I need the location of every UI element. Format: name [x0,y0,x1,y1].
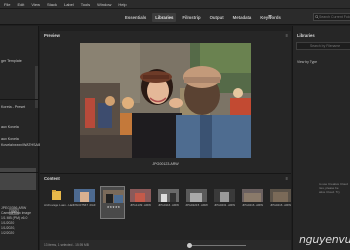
list-item[interactable]: aux Kovela [1,137,19,141]
thumbnail-image [74,189,95,202]
status-text: 13 items, 1 selected - 15.95 MB [44,243,89,247]
panel-menu-icon[interactable]: ≡ [286,176,288,181]
menu-bar: File Edit View Stack Label Tools Window … [0,0,350,8]
metadata-row: 1/1 MB (PM) v6.0 [1,216,28,220]
library-search[interactable] [296,42,350,50]
menu-tools[interactable]: Tools [81,2,90,7]
help-text: to use Creative Cloud ries, please be at… [319,182,348,194]
slider-handle[interactable] [187,243,192,248]
tab-essentials[interactable]: Essentials [122,13,149,22]
panel-menu-icon[interactable]: ≡ [286,33,288,38]
view-by-dropdown[interactable]: View by Type [297,60,317,64]
menu-file[interactable]: File [4,2,10,7]
watermark: nguyenvu [299,233,350,246]
preview-filename: JPG00123.ARW [152,162,179,166]
tab-filmstrip[interactable]: Filmstrip [179,13,203,22]
thumbnail-caption: JPG02215 .ARW [185,203,208,207]
scrollbar[interactable] [35,66,38,108]
thumbnail-image [186,189,207,202]
search-input[interactable] [319,15,350,19]
help-line: ative Cloud. Try [319,190,340,194]
menu-window[interactable]: Window [97,2,111,7]
thumbnail[interactable]: DSC07567 .RAF [72,186,97,219]
list-item[interactable]: aux Kovela [1,125,19,129]
workspace-bar: Essentials Libraries Filmstrip Output Me… [0,8,350,25]
panel-title: Libraries [297,33,315,38]
thumbnail-grid: Archovage Luan...Hart DSC07567 .RAF ★★★★… [44,186,293,219]
search-box[interactable] [313,13,350,21]
left-panel: ger Template Koreta - Preset aux Kovela … [0,26,45,250]
thumbnail-caption: DSC07567 .RAF [73,203,96,207]
metadata-row: 1/1/2020, [1,226,16,230]
workspace-tabs: Essentials Libraries Filmstrip Output Me… [122,13,284,22]
rating-stars[interactable]: ★★★★★ [101,205,126,209]
thumbnail[interactable]: JPG1139 .ARW [128,186,153,219]
library-search-input[interactable] [310,44,350,48]
thumbnail[interactable]: JPG0216 .ARW [268,186,293,219]
divider [0,99,39,100]
thumbnail-caption: JPG0216 .ARW [241,203,264,207]
thumbnail-caption: JPG0216 .ARW [269,203,292,207]
thumbnail[interactable]: JPG02215 .ARW [184,186,209,219]
search-icon [315,15,319,19]
metadata-row: Camera Raw image [1,211,31,215]
thumbnail-caption: Archovage Luan...Hart [44,203,75,207]
divider [0,172,39,173]
thumbnail-image [270,189,291,202]
thumbnail-image [214,189,235,202]
thumbnail-caption: JPG1139 .ARW [130,203,151,207]
tab-metadata[interactable]: Metadata [230,13,255,22]
thumbnail-image [130,189,151,202]
preview-photo [80,43,251,158]
thumbnail-image [158,189,179,202]
list-item[interactable]: ger Template [1,59,22,63]
panel-title: Preview [44,33,60,38]
menu-help[interactable]: Help [118,2,126,7]
metadata-row: 1/2/2020 [1,231,15,235]
tab-libraries[interactable]: Libraries [152,13,177,22]
list-item[interactable]: Kovela/xxxxx/WATHSAIEIE [1,143,45,147]
thumbnail-image [103,190,124,203]
content-panel: Content ≡ Archovage Luan...Hart DSC07567… [40,173,291,250]
folder-thumbnail[interactable]: Archovage Luan...Hart [44,186,75,219]
menu-view[interactable]: View [31,2,40,7]
thumbnail-caption: JPG0116 .ARW [158,203,179,207]
metadata-row: JPEG0356.ARW [1,206,27,210]
thumbnail-selected[interactable]: ★★★★★ [100,186,125,219]
tab-output[interactable]: Output [207,13,227,22]
panel-title: Content [44,176,60,181]
thumbnail-size-slider[interactable] [190,245,246,246]
status-bar: 13 items, 1 selected - 15.95 MB [40,240,291,250]
preview-panel: Preview ≡ JPG00123.ARW [40,31,291,173]
menu-edit[interactable]: Edit [17,2,24,7]
thumbnail[interactable]: JPG0231 .ARW [212,186,237,219]
libraries-panel: Libraries View by Type to use Creative C… [292,26,350,250]
menu-label[interactable]: Label [64,2,74,7]
thumbnail-image [242,189,263,202]
thumbnail[interactable]: JPG0216 .ARW [240,186,265,219]
chevron-down-icon[interactable] [268,15,272,18]
menu-stack[interactable]: Stack [47,2,57,7]
thumbnail[interactable]: JPG0116 .ARW [156,186,181,219]
list-item[interactable]: Koreta - Preset [1,105,25,109]
folder-icon [52,190,61,200]
thumbnail-caption: JPG0231 .ARW [213,203,236,207]
metadata-row: 1/1/2020 [1,221,15,225]
